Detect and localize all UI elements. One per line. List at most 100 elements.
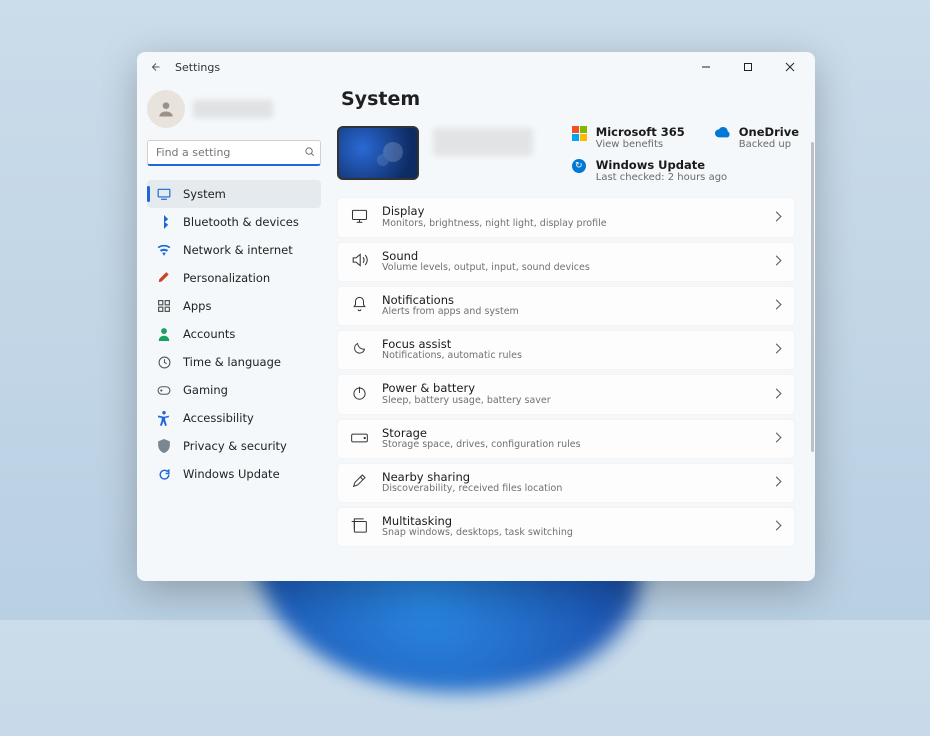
update-icon: ↻ [572, 159, 588, 175]
nav: System Bluetooth & devices Network & inter… [147, 180, 321, 488]
sidebar-item-label: Time & language [183, 355, 281, 369]
card-subtitle: Snap windows, desktops, task switching [382, 528, 573, 539]
card-title: Display [382, 205, 607, 218]
caption-buttons [685, 53, 811, 81]
search-wrap [147, 140, 321, 166]
notifications-icon [350, 296, 368, 316]
status-onedrive[interactable]: OneDrive Backed up [715, 126, 799, 151]
sidebar-item-apps[interactable]: Apps [147, 292, 321, 320]
status-title: Windows Update [596, 159, 727, 172]
sidebar-item-label: Gaming [183, 383, 228, 397]
display-icon [350, 209, 368, 227]
card-subtitle: Monitors, brightness, night light, displ… [382, 219, 607, 230]
close-icon [785, 62, 795, 72]
accounts-icon [157, 327, 171, 341]
sidebar-item-label: Accessibility [183, 411, 254, 425]
privacy-icon [157, 439, 171, 453]
maximize-button[interactable] [727, 53, 769, 81]
gaming-icon [157, 385, 171, 396]
chevron-right-icon [775, 476, 782, 490]
card-title: Storage [382, 427, 581, 440]
window-body: System Bluetooth & devices Network & inter… [137, 82, 815, 581]
sidebar-item-accounts[interactable]: Accounts [147, 320, 321, 348]
pc-name-redacted [433, 128, 533, 156]
pc-thumbnail[interactable] [337, 126, 419, 180]
settings-card-display[interactable]: DisplayMonitors, brightness, night light… [337, 197, 795, 237]
sidebar-item-bluetooth[interactable]: Bluetooth & devices [147, 208, 321, 236]
sidebar-item-gaming[interactable]: Gaming [147, 376, 321, 404]
settings-card-multitasking[interactable]: MultitaskingSnap windows, desktops, task… [337, 507, 795, 547]
chevron-right-icon [775, 299, 782, 313]
search-input[interactable] [147, 140, 321, 166]
minimize-button[interactable] [685, 53, 727, 81]
sidebar: System Bluetooth & devices Network & inter… [137, 82, 331, 581]
user-account-row[interactable] [147, 88, 321, 136]
chevron-right-icon [775, 211, 782, 225]
titlebar: Settings [137, 52, 815, 82]
sidebar-item-personalization[interactable]: Personalization [147, 264, 321, 292]
system-icon [157, 188, 171, 200]
sound-icon [350, 253, 368, 271]
card-title: Power & battery [382, 382, 551, 395]
status-sub: Last checked: 2 hours ago [596, 172, 727, 184]
user-icon [156, 99, 176, 119]
status-windows-update[interactable]: ↻ Windows Update Last checked: 2 hours a… [572, 159, 799, 184]
storage-icon [350, 431, 368, 447]
power-icon [350, 385, 368, 405]
sidebar-item-label: Personalization [183, 271, 270, 285]
settings-card-storage[interactable]: StorageStorage space, drives, configurat… [337, 419, 795, 459]
sidebar-item-label: Bluetooth & devices [183, 215, 299, 229]
status-title: Microsoft 365 [596, 126, 685, 139]
settings-card-nearby[interactable]: Nearby sharingDiscoverability, received … [337, 463, 795, 503]
sidebar-item-label: Network & internet [183, 243, 293, 257]
search-icon [304, 146, 315, 160]
chevron-right-icon [775, 255, 782, 269]
card-title: Sound [382, 250, 590, 263]
back-arrow-icon [150, 61, 162, 73]
user-name-redacted [193, 100, 273, 118]
personalization-icon [157, 271, 171, 285]
settings-cards: DisplayMonitors, brightness, night light… [337, 197, 799, 547]
main-content: System Microsoft 365 View benefits [331, 82, 815, 581]
back-button[interactable] [141, 61, 171, 73]
minimize-icon [701, 62, 711, 72]
window-title: Settings [175, 61, 220, 74]
sidebar-item-label: Privacy & security [183, 439, 287, 453]
settings-card-power[interactable]: Power & batterySleep, battery usage, bat… [337, 374, 795, 414]
settings-card-sound[interactable]: SoundVolume levels, output, input, sound… [337, 242, 795, 282]
status-microsoft-365[interactable]: Microsoft 365 View benefits [572, 126, 685, 151]
sidebar-item-label: Windows Update [183, 467, 280, 481]
sidebar-item-update[interactable]: Windows Update [147, 460, 321, 488]
close-button[interactable] [769, 53, 811, 81]
chevron-right-icon [775, 388, 782, 402]
settings-window: Settings System Bluetooth & devices Networ… [137, 52, 815, 581]
sidebar-item-label: Apps [183, 299, 211, 313]
status-title: OneDrive [739, 126, 799, 139]
card-subtitle: Alerts from apps and system [382, 307, 519, 318]
card-subtitle: Sleep, battery usage, battery saver [382, 396, 551, 407]
card-subtitle: Storage space, drives, configuration rul… [382, 440, 581, 451]
sidebar-item-network[interactable]: Network & internet [147, 236, 321, 264]
page-title: System [341, 88, 799, 110]
apps-icon [157, 300, 171, 312]
time-icon [157, 356, 171, 369]
card-subtitle: Discoverability, received files location [382, 484, 562, 495]
settings-card-focus[interactable]: Focus assistNotifications, automatic rul… [337, 330, 795, 370]
accessibility-icon [157, 411, 171, 426]
scrollbar[interactable] [811, 142, 814, 452]
sidebar-item-label: Accounts [183, 327, 235, 341]
bluetooth-icon [157, 215, 171, 229]
card-subtitle: Notifications, automatic rules [382, 351, 522, 362]
multitasking-icon [350, 518, 368, 537]
sidebar-item-privacy[interactable]: Privacy & security [147, 432, 321, 460]
settings-card-notifications[interactable]: NotificationsAlerts from apps and system [337, 286, 795, 326]
sidebar-item-system[interactable]: System [147, 180, 321, 208]
network-icon [157, 244, 171, 256]
status-grid: Microsoft 365 View benefits OneDrive Bac… [572, 126, 799, 183]
sidebar-item-label: System [183, 187, 226, 201]
sidebar-item-accessibility[interactable]: Accessibility [147, 404, 321, 432]
cloud-icon [715, 126, 731, 142]
system-top-panel: Microsoft 365 View benefits OneDrive Bac… [337, 126, 799, 183]
chevron-right-icon [775, 520, 782, 534]
sidebar-item-time[interactable]: Time & language [147, 348, 321, 376]
